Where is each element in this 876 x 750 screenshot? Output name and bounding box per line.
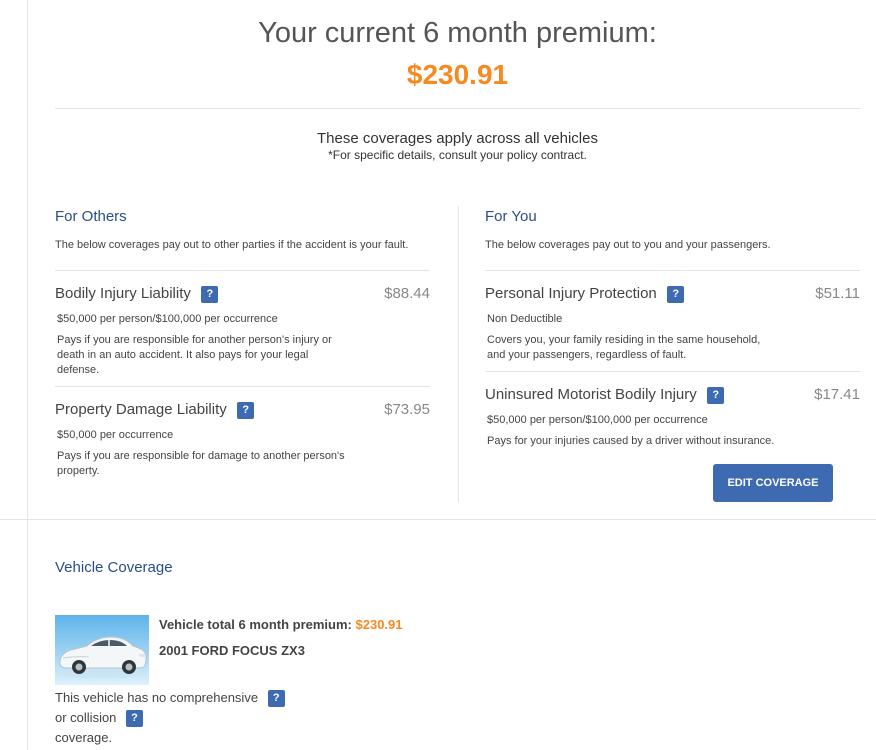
notice-text: This vehicle has no comprehensive — [55, 690, 259, 705]
coverage-item-personal-injury-protection: Personal Injury Protection ? $51.11 Non … — [485, 271, 860, 372]
notice-text: coverage. — [55, 730, 113, 745]
help-icon[interactable]: ? — [201, 285, 219, 303]
for-you-description: The below coverages pay out to you and y… — [485, 239, 771, 251]
car-icon — [58, 636, 147, 678]
help-icon[interactable]: ? — [667, 285, 685, 303]
coverage-name: Property Damage Liability — [55, 401, 227, 418]
vehicle-image — [55, 615, 149, 685]
coverage-item-bodily-injury-liability: Bodily Injury Liability ? $88.44 $50,000… — [55, 271, 430, 387]
coverage-price: $51.11 — [815, 285, 860, 302]
divider — [55, 108, 860, 109]
vehicle-total-premium: Vehicle total 6 month premium: $230.91 — [159, 616, 403, 634]
premium-amount: $230.91 — [406, 59, 509, 90]
coverage-description: Pays for your injuries caused by a drive… — [487, 435, 775, 447]
scope-text: These coverages apply across all vehicle… — [317, 130, 598, 147]
coverage-price: $88.44 — [384, 285, 430, 302]
notice-text: or collision — [55, 710, 117, 725]
left-border — [27, 0, 28, 750]
coverage-limit: $50,000 per person/$100,000 per occurren… — [487, 414, 708, 426]
coverage-description: Pays if you are responsible for another … — [57, 334, 332, 376]
edit-coverage-button[interactable]: EDIT COVERAGE — [713, 464, 833, 502]
column-divider — [458, 206, 459, 502]
help-icon[interactable]: ? — [237, 401, 255, 419]
for-others-description: The below coverages pay out to other par… — [55, 239, 409, 251]
coverage-item-uninsured-motorist-bodily-injury: Uninsured Motorist Bodily Injury ? $17.4… — [485, 372, 860, 449]
premium-title: Your current 6 month premium: — [258, 17, 657, 49]
coverage-page: Your current 6 month premium: $230.91 Th… — [0, 0, 876, 750]
vehicle-total-label: Vehicle total 6 month premium: — [159, 617, 352, 632]
vehicle-total-amount: $230.91 — [355, 617, 403, 632]
policy-note: *For specific details, consult your poli… — [328, 148, 587, 162]
coverage-description: Covers you, your family residing in the … — [487, 334, 761, 361]
premium-header: Your current 6 month premium: $230.91 — [55, 14, 860, 92]
coverage-price: $17.41 — [814, 386, 860, 403]
no-comprehensive-notice: This vehicle has no comprehensive ? or c… — [55, 688, 315, 748]
coverage-limit: $50,000 per person/$100,000 per occurren… — [57, 313, 278, 325]
coverage-limit: Non Deductible — [487, 313, 563, 325]
coverage-price: $73.95 — [384, 401, 430, 418]
coverage-name: Personal Injury Protection — [485, 285, 657, 302]
divider — [0, 519, 876, 520]
help-icon[interactable]: ? — [267, 690, 285, 708]
for-you-section: For You The below coverages pay out to y… — [485, 208, 860, 449]
coverage-name: Bodily Injury Liability — [55, 285, 191, 302]
for-others-title: For Others — [55, 208, 127, 225]
vehicle-name: 2001 FORD FOCUS ZX3 — [159, 643, 305, 658]
vehicle-info: Vehicle total 6 month premium: $230.91 2… — [159, 616, 403, 660]
coverage-item-property-damage-liability: Property Damage Liability ? $73.95 $50,0… — [55, 387, 430, 479]
coverage-name: Uninsured Motorist Bodily Injury — [485, 386, 697, 403]
for-you-title: For You — [485, 208, 537, 225]
coverage-limit: $50,000 per occurrence — [57, 429, 174, 441]
for-others-section: For Others The below coverages pay out t… — [55, 208, 430, 479]
coverage-description: Pays if you are responsible for damage t… — [57, 450, 345, 477]
help-icon[interactable]: ? — [126, 710, 144, 728]
vehicle-coverage-title: Vehicle Coverage — [55, 559, 173, 576]
coverage-scope-note: These coverages apply across all vehicle… — [55, 129, 860, 163]
help-icon[interactable]: ? — [707, 386, 725, 404]
